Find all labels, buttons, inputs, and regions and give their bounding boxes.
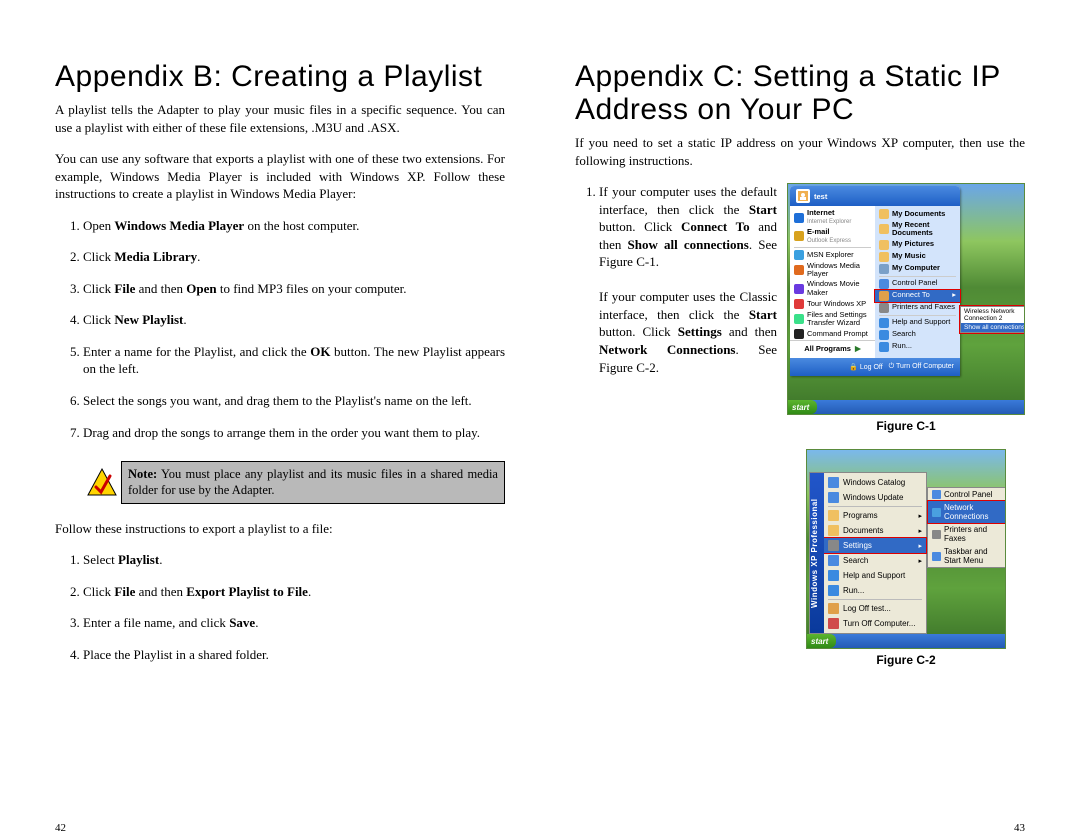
start-menu-luna: test InternetInternet Explorer E-mailOut…: [790, 186, 960, 376]
start-left-column: InternetInternet Explorer E-mailOutlook …: [790, 206, 875, 358]
c-logoff[interactable]: Log Off test...: [824, 601, 926, 616]
c-run[interactable]: Run...: [824, 583, 926, 598]
start-button[interactable]: start: [788, 400, 817, 414]
menu-item-connect-to[interactable]: Connect To▸: [875, 290, 960, 302]
export-step-2: Click File and then Export Playlist to F…: [83, 583, 505, 601]
appendix-b-title: Appendix B: Creating a Playlist: [55, 60, 505, 93]
warning-icon: [83, 461, 121, 504]
appendix-c-title: Appendix C: Setting a Static IP Address …: [575, 60, 1025, 126]
c-settings[interactable]: Settings▸: [824, 538, 926, 553]
intro-para-1: A playlist tells the Adapter to play you…: [55, 101, 505, 136]
start-footer: 🔒 Log Off ⏻ Turn Off Computer: [790, 358, 960, 376]
figure-c1-caption: Figure C-1: [876, 419, 935, 433]
menu-item-controlpanel[interactable]: Control Panel: [875, 278, 960, 290]
figure-c2-screenshot: Windows XP Professional Windows Catalog …: [806, 449, 1006, 649]
c-documents[interactable]: Documents▸: [824, 523, 926, 538]
figure-c2-caption: Figure C-2: [876, 653, 935, 667]
menu-item-run[interactable]: Run...: [875, 341, 960, 353]
start-menu-classic: Windows XP Professional Windows Catalog …: [809, 472, 927, 634]
export-steps-list: Select Playlist. Click File and then Exp…: [55, 551, 505, 677]
shutdown-icon[interactable]: ⏻ Turn Off Computer: [889, 363, 954, 371]
menu-item-email[interactable]: E-mailOutlook Express: [790, 227, 875, 246]
menu-item-fst[interactable]: Files and Settings Transfer Wizard: [790, 310, 875, 329]
start-menu-header: test: [790, 186, 960, 206]
logoff-icon[interactable]: 🔒 Log Off: [849, 363, 883, 371]
export-intro: Follow these instructions to export a pl…: [55, 520, 505, 538]
page-right: Appendix C: Setting a Static IP Address …: [540, 60, 1080, 804]
menu-item-cmd[interactable]: Command Prompt: [790, 328, 875, 340]
connect-to-flyout: Wireless Network Connection 2 Show all c…: [960, 306, 1025, 333]
flyout-showall[interactable]: Show all connections: [961, 323, 1025, 332]
start-button-classic[interactable]: start: [807, 634, 836, 648]
menu-item-mycomputer[interactable]: My Computer: [875, 263, 960, 275]
page-number-left: 42: [55, 822, 66, 834]
user-avatar-icon: [796, 189, 810, 203]
menu-item-recent[interactable]: My Recent Documents: [875, 220, 960, 239]
menu-item-pictures[interactable]: My Pictures: [875, 239, 960, 251]
c-windows-update[interactable]: Windows Update: [824, 490, 926, 505]
note-text: Note: You must place any playlist and it…: [121, 461, 505, 504]
f2-taskbar[interactable]: Taskbar and Start Menu: [928, 545, 1006, 567]
f2-printers[interactable]: Printers and Faxes: [928, 523, 1006, 545]
user-name: test: [814, 192, 827, 201]
note-box: Note: You must place any playlist and it…: [83, 461, 505, 504]
c-search[interactable]: Search▸: [824, 553, 926, 568]
ip-step-1: If your computer uses the default interf…: [599, 183, 777, 376]
taskbar: start: [788, 400, 1024, 414]
export-step-4: Place the Playlist in a shared folder.: [83, 646, 505, 664]
f2-network-connections[interactable]: Network Connections: [928, 501, 1006, 523]
menu-item-help[interactable]: Help and Support: [875, 317, 960, 329]
menu-item-tour[interactable]: Tour Windows XP: [790, 298, 875, 310]
step-1: Open Windows Media Player on the host co…: [83, 217, 505, 235]
intro-para-2: You can use any software that exports a …: [55, 150, 505, 203]
step-1-row: If your computer uses the default interf…: [575, 183, 1025, 667]
step-7: Drag and drop the songs to arrange them …: [83, 424, 505, 442]
menu-item-internet[interactable]: InternetInternet Explorer: [790, 208, 875, 227]
all-programs[interactable]: All Programs▶: [790, 340, 875, 356]
c-help[interactable]: Help and Support: [824, 568, 926, 583]
menu-item-music[interactable]: My Music: [875, 251, 960, 263]
start-right-column: My Documents My Recent Documents My Pict…: [875, 206, 960, 358]
menu-item-msn[interactable]: MSN Explorer: [790, 249, 875, 261]
taskbar-classic: start: [807, 634, 1005, 648]
step-3: Click File and then Open to find MP3 fil…: [83, 280, 505, 298]
f2-control-panel[interactable]: Control Panel: [928, 488, 1006, 501]
export-step-1: Select Playlist.: [83, 551, 505, 569]
step-4: Click New Playlist.: [83, 311, 505, 329]
xp-strip: Windows XP Professional: [810, 473, 824, 633]
step-6: Select the songs you want, and drag them…: [83, 392, 505, 410]
menu-item-wmp[interactable]: Windows Media Player: [790, 261, 875, 280]
page-number-right: 43: [1014, 822, 1025, 834]
flyout-wireless[interactable]: Wireless Network Connection 2: [961, 307, 1025, 323]
c-programs[interactable]: Programs▸: [824, 508, 926, 523]
menu-item-search[interactable]: Search: [875, 329, 960, 341]
c-windows-catalog[interactable]: Windows Catalog: [824, 475, 926, 490]
menu-item-printers[interactable]: Printers and Faxes: [875, 302, 960, 314]
appendix-c-intro: If you need to set a static IP address o…: [575, 134, 1025, 169]
menu-item-moviemaker[interactable]: Windows Movie Maker: [790, 279, 875, 298]
ip-steps-list: If your computer uses the default interf…: [575, 183, 777, 376]
settings-flyout: Control Panel Network Connections Printe…: [927, 487, 1006, 568]
figure-c1-screenshot: test InternetInternet Explorer E-mailOut…: [787, 183, 1025, 415]
step-2: Click Media Library.: [83, 248, 505, 266]
step-5: Enter a name for the Playlist, and click…: [83, 343, 505, 378]
create-steps-list: Open Windows Media Player on the host co…: [55, 217, 505, 455]
page-left: Appendix B: Creating a Playlist A playli…: [0, 60, 540, 804]
export-step-3: Enter a file name, and click Save.: [83, 614, 505, 632]
c-shutdown[interactable]: Turn Off Computer...: [824, 616, 926, 631]
menu-item-mydocs[interactable]: My Documents: [875, 208, 960, 220]
